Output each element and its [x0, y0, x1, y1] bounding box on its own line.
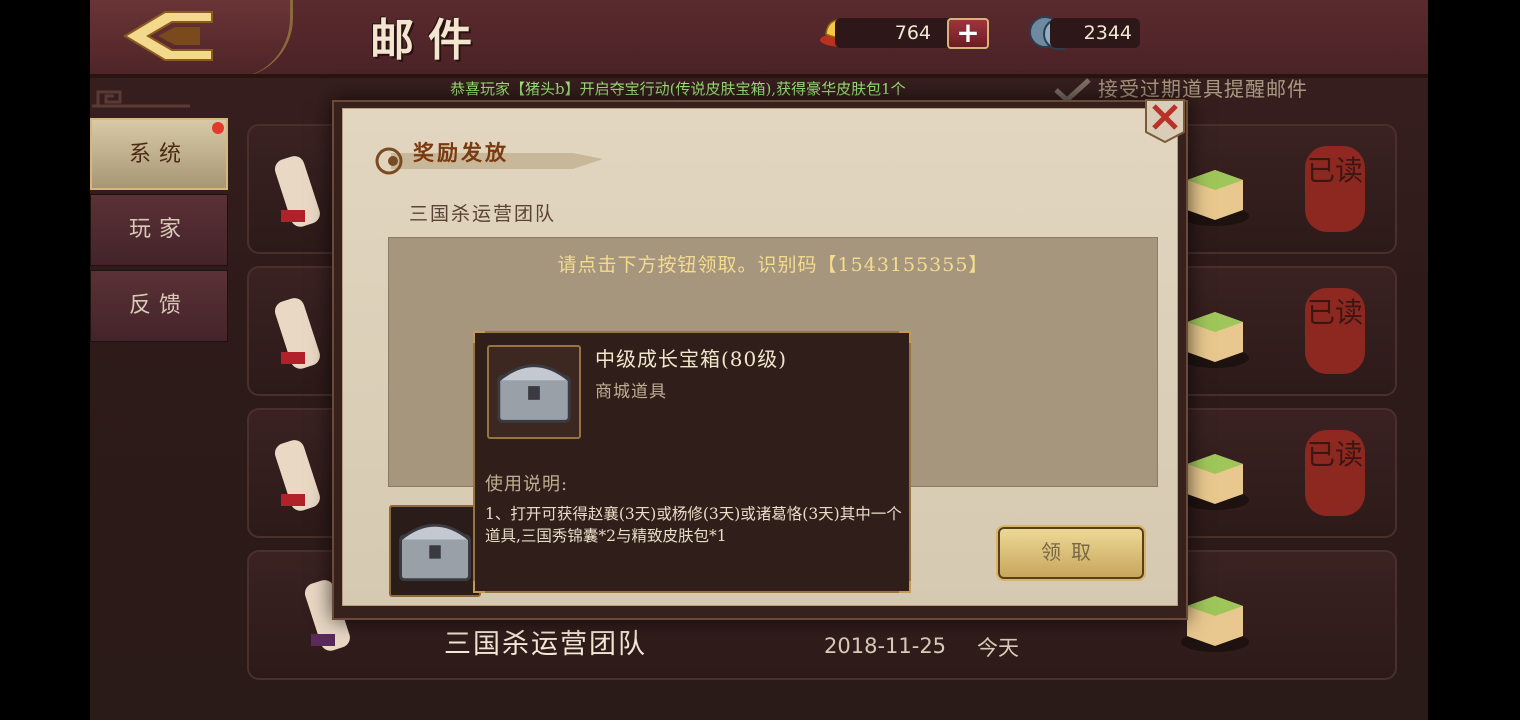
read-stamp: 已读 — [1305, 146, 1365, 232]
corner-ornament — [899, 331, 911, 343]
mail-screen: 邮件 764 + 2344 恭喜玩家【猪头b】开启夺宝行动(传说皮肤宝箱),获得… — [90, 0, 1428, 720]
item-name: 中级成长宝箱(80级) — [595, 347, 788, 371]
usage-description: 1、打开可获得赵襄(3天)或杨修(3天)或诸葛恪(3天)其中一个道具,三国秀锦囊… — [485, 505, 902, 545]
notification-dot — [212, 122, 224, 134]
tab-player-label: 玩家 — [128, 217, 189, 242]
recharge-button[interactable]: + — [947, 18, 989, 49]
treasure-chest-icon — [497, 364, 571, 423]
dialog-title: 奖励发放 — [413, 140, 509, 165]
scroll-icon — [274, 156, 320, 227]
scroll-icon — [274, 440, 320, 511]
coin-counter: 2344 — [1050, 18, 1140, 48]
close-icon[interactable] — [1142, 96, 1188, 144]
mail-relative-date: 今天 — [977, 636, 1019, 660]
reward-item-slot[interactable] — [389, 505, 481, 597]
fret-ornament-icon — [92, 90, 190, 108]
item-type: 商城道具 — [595, 382, 667, 402]
dialog-sender: 三国杀运营团队 — [409, 203, 557, 225]
read-stamp: 已读 — [1305, 430, 1365, 516]
header-bar: 邮件 764 + 2344 — [90, 0, 1428, 78]
tooltip-item-slot — [487, 345, 581, 439]
claim-button[interactable]: 领取 — [998, 527, 1144, 579]
expire-reminder-label: 接受过期道具提醒邮件 — [1098, 77, 1308, 101]
broadcast-marquee: 恭喜玩家【猪头b】开启夺宝行动(传说皮肤宝箱),获得豪华皮肤包1个 — [450, 80, 906, 98]
page-title: 邮件 — [370, 15, 486, 66]
corner-ornament — [473, 581, 485, 593]
scroll-icon — [274, 298, 320, 369]
item-tooltip: 中级成长宝箱(80级) 商城道具 使用说明: 1、打开可获得赵襄(3天)或杨修(… — [473, 331, 911, 593]
corner-ornament — [473, 331, 485, 343]
tab-feedback-label: 反馈 — [128, 293, 189, 318]
tab-system[interactable]: 系统 — [90, 118, 228, 190]
corner-ornament — [899, 581, 911, 593]
tab-player[interactable]: 玩家 — [90, 194, 228, 266]
treasure-chest-icon — [399, 523, 471, 582]
back-arrow-icon[interactable] — [120, 8, 215, 63]
mail-date: 2018-11-25 — [824, 634, 947, 658]
read-stamp: 已读 — [1305, 288, 1365, 374]
tab-system-label: 系统 — [128, 142, 189, 167]
message-text: 请点击下方按钮领取。识别码【1543155355】 — [557, 254, 989, 276]
usage-heading: 使用说明: — [485, 474, 569, 495]
tab-feedback[interactable]: 反馈 — [90, 270, 228, 342]
mail-category-tabs: 系统 玩家 反馈 — [90, 118, 228, 346]
mail-sender: 三国杀运营团队 — [444, 629, 647, 660]
